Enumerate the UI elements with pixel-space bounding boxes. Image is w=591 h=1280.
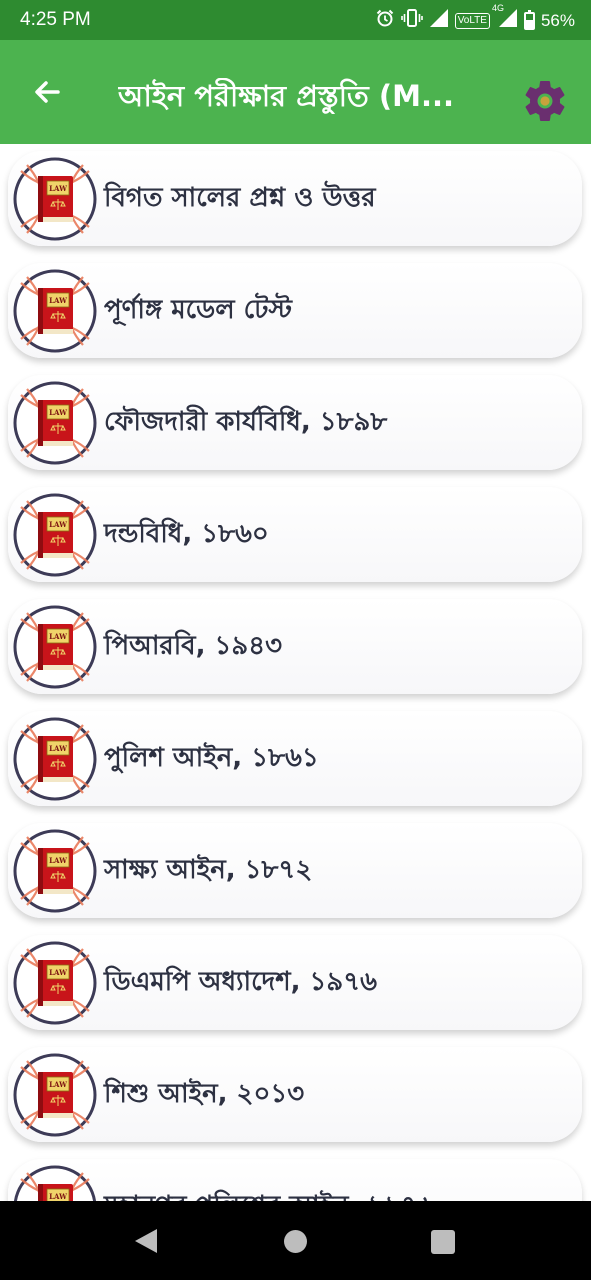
battery-icon	[523, 9, 535, 30]
law-book-icon: LAW	[13, 493, 97, 577]
page-title: আইন পরীক্ষার প্রস্তুতি (M...	[118, 79, 455, 113]
list-item-label: ফৌজদারী কার্যবিধি, ১৮৯৮	[104, 407, 388, 437]
vibrate-icon	[400, 8, 423, 33]
signal-icon	[429, 8, 449, 33]
gear-icon	[525, 80, 565, 121]
svg-text:LAW: LAW	[49, 744, 67, 753]
list-item-label: মহানগর পুলিশের আইন, ১৯৭৬	[104, 1188, 435, 1201]
network-generation: 4G	[491, 3, 504, 13]
list-item-1[interactable]: LAW বিগত সালের প্রশ্ন ও উত্তর	[8, 151, 582, 246]
list-item-2[interactable]: LAW পূর্ণাঙ্গ মডেল টেস্ট	[8, 263, 582, 358]
svg-text:LAW: LAW	[49, 1080, 67, 1089]
battery-percent: 56%	[540, 10, 575, 30]
alarm-icon	[375, 8, 395, 33]
svg-text:LAW: LAW	[49, 856, 67, 865]
svg-text:LAW: LAW	[49, 1192, 67, 1201]
law-book-icon: LAW	[13, 941, 97, 1025]
status-time: 4:25 PM	[20, 9, 91, 30]
status-bar: 4:25 PM VoLTE 4G 56%	[0, 0, 591, 40]
law-book-icon: LAW	[13, 605, 97, 689]
volte-icon: VoLTE	[454, 12, 490, 29]
arrow-left-icon	[35, 81, 60, 103]
list-item-label: ডিএমপি অধ্যাদেশ, ১৯৭৬	[104, 967, 378, 997]
status-icons: VoLTE 4G 56%	[375, 3, 575, 33]
list-item-label: বিগত সালের প্রশ্ন ও উত্তর	[104, 183, 376, 213]
nav-home-button[interactable]	[284, 1230, 307, 1253]
list-item-5[interactable]: LAW পিআরবি, ১৯৪৩	[8, 599, 582, 694]
law-topic-list: LAW বিগত সালের প্রশ্ন ও উত্তর LAW পূর্ণা…	[0, 144, 591, 1201]
list-item-label: সাক্ষ্য আইন, ১৮৭২	[104, 855, 313, 885]
list-item-label: পিআরবি, ১৯৪৩	[104, 631, 283, 661]
law-book-icon: LAW	[13, 157, 97, 241]
law-book-icon: LAW	[13, 829, 97, 913]
battery-level-fill	[525, 19, 533, 28]
law-book-icon: LAW	[13, 269, 97, 353]
list-item-3[interactable]: LAW ফৌজদারী কার্যবিধি, ১৮৯৮	[8, 375, 582, 470]
svg-text:LAW: LAW	[49, 632, 67, 641]
signal-4g-icon: 4G	[492, 3, 518, 33]
law-book-icon: LAW	[13, 1165, 97, 1201]
list-item-label: পূর্ণাঙ্গ মডেল টেস্ট	[104, 295, 292, 325]
svg-text:LAW: LAW	[49, 296, 67, 305]
law-book-icon: LAW	[13, 1053, 97, 1137]
svg-text:LAW: LAW	[49, 184, 67, 193]
list-item-9[interactable]: LAW শিশু আইন, ২০১৩	[8, 1047, 582, 1142]
settings-button[interactable]	[520, 76, 570, 126]
app-bar: আইন পরীক্ষার প্রস্তুতি (M...	[0, 40, 591, 144]
nav-recents-button[interactable]	[431, 1230, 455, 1254]
back-button[interactable]	[26, 70, 70, 114]
svg-text:LAW: LAW	[49, 968, 67, 977]
nav-back-icon	[135, 1229, 157, 1253]
nav-back-button[interactable]	[133, 1227, 159, 1255]
law-book-icon: LAW	[13, 717, 97, 801]
list-item-8[interactable]: LAW ডিএমপি অধ্যাদেশ, ১৯৭৬	[8, 935, 582, 1030]
svg-text:LAW: LAW	[49, 520, 67, 529]
svg-text:LAW: LAW	[49, 408, 67, 417]
list-item-label: পুলিশ আইন, ১৮৬১	[104, 743, 319, 773]
list-item-10[interactable]: LAW মহানগর পুলিশের আইন, ১৯৭৬	[8, 1159, 582, 1201]
list-item-label: শিশু আইন, ২০১৩	[104, 1079, 305, 1109]
law-book-icon: LAW	[13, 381, 97, 465]
system-nav-bar	[0, 1201, 591, 1280]
list-item-label: দন্ডবিধি, ১৮৬০	[104, 519, 269, 549]
list-item-7[interactable]: LAW সাক্ষ্য আইন, ১৮৭২	[8, 823, 582, 918]
list-item-6[interactable]: LAW পুলিশ আইন, ১৮৬১	[8, 711, 582, 806]
list-item-4[interactable]: LAW দন্ডবিধি, ১৮৬০	[8, 487, 582, 582]
